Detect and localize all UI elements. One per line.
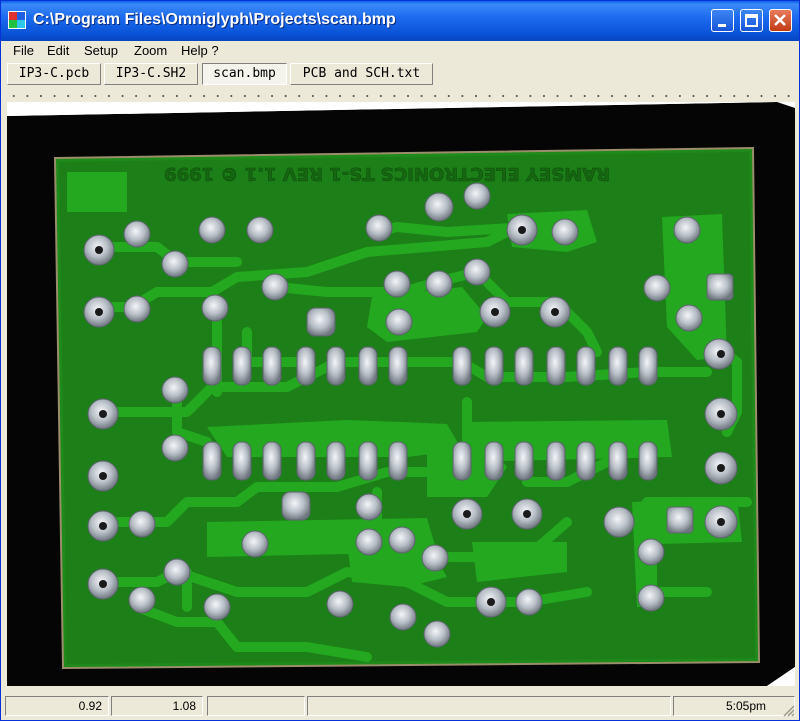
- menu-zoom[interactable]: Zoom: [134, 43, 167, 58]
- ruler: [1, 91, 799, 101]
- menu-edit[interactable]: Edit: [47, 43, 69, 58]
- status-x-coord: 0.92: [5, 696, 109, 716]
- tab-ip3-c-sh2[interactable]: IP3-C.SH2: [104, 63, 198, 85]
- maximize-button[interactable]: [740, 9, 763, 32]
- tab-pcb-and-sch-txt[interactable]: PCB and SCH.txt: [290, 63, 433, 85]
- document-tabs: IP3-C.pcb IP3-C.SH2 scan.bmp PCB and SCH…: [1, 61, 799, 91]
- menu-bar: File Edit Setup Zoom Help ?: [1, 41, 799, 61]
- image-canvas[interactable]: RAMSEY ELECTRONICS TS-1 REV 1.1 © 1999: [7, 102, 795, 686]
- app-window: C:\Program Files\Omniglyph\Projects\scan…: [0, 0, 800, 721]
- minimize-button[interactable]: [711, 9, 734, 32]
- maximize-icon: [745, 14, 758, 27]
- close-button[interactable]: [769, 9, 792, 32]
- close-icon: [774, 14, 786, 26]
- app-icon: [8, 11, 26, 29]
- status-y-coord: 1.08: [111, 696, 203, 716]
- status-bar: 0.92 1.08 5:05pm: [1, 693, 799, 721]
- status-panel-empty-1: [207, 696, 305, 716]
- window-title: C:\Program Files\Omniglyph\Projects\scan…: [33, 11, 396, 28]
- status-panel-empty-2: [307, 696, 671, 716]
- status-clock: 5:05pm: [673, 696, 795, 716]
- tab-scan-bmp[interactable]: scan.bmp: [202, 63, 287, 85]
- title-bar[interactable]: C:\Program Files\Omniglyph\Projects\scan…: [1, 1, 799, 41]
- menu-file[interactable]: File: [13, 43, 34, 58]
- menu-help[interactable]: Help ?: [181, 43, 219, 58]
- resize-grip-icon[interactable]: [781, 703, 795, 717]
- ruler-dots: [7, 95, 797, 97]
- minimize-icon: [718, 24, 726, 27]
- pcb-scan-image: RAMSEY ELECTRONICS TS-1 REV 1.1 © 1999: [7, 102, 795, 686]
- silkscreen-text: RAMSEY ELECTRONICS TS-1 REV 1.1 © 1999: [164, 163, 610, 184]
- menu-setup[interactable]: Setup: [84, 43, 118, 58]
- tab-ip3-c-pcb[interactable]: IP3-C.pcb: [7, 63, 101, 85]
